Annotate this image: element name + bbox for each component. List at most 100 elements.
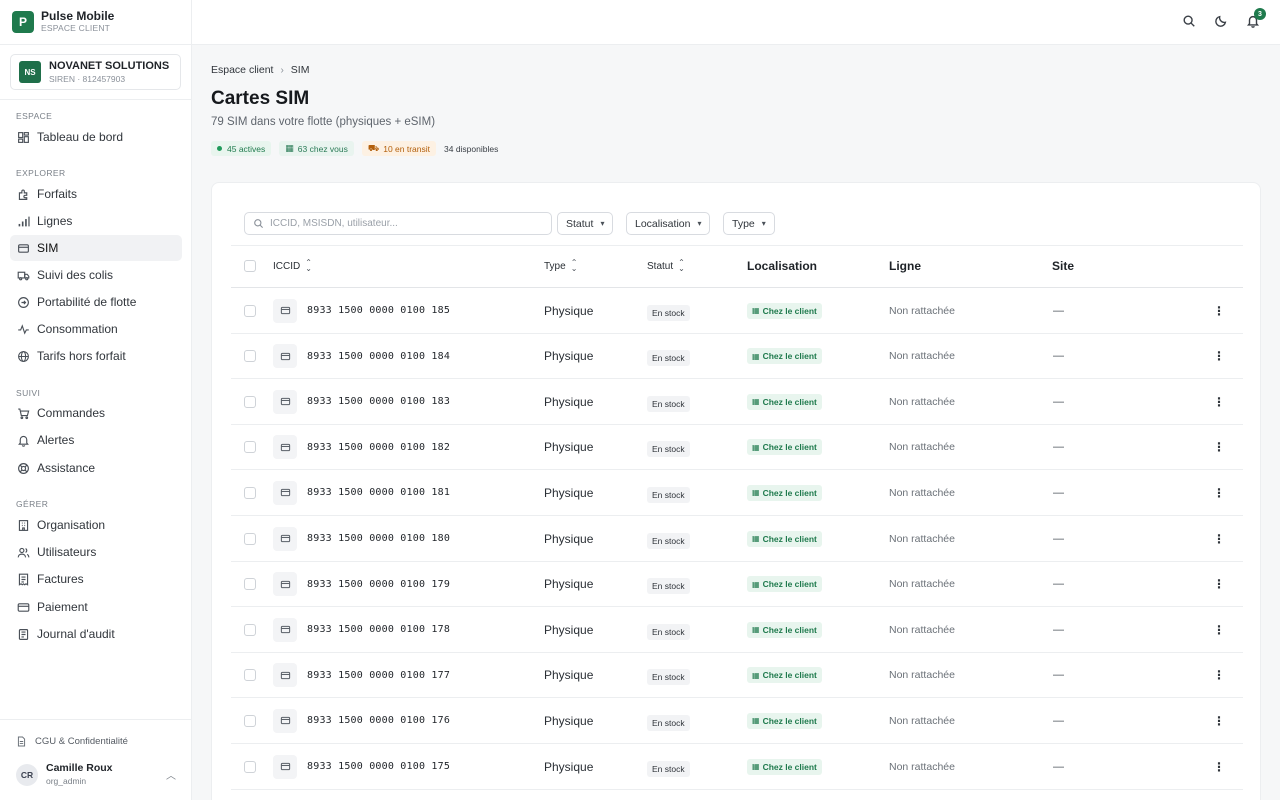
table-row[interactable]: 8933 1500 0000 0100 177 Physique En stock ▦…	[231, 653, 1243, 699]
table-row[interactable]: 8933 1500 0000 0100 179 Physique En stock ▦…	[231, 562, 1243, 608]
more-actions-icon[interactable]: ⋮	[1213, 714, 1225, 728]
brand[interactable]: P Pulse Mobile ESPACE CLIENT	[0, 0, 191, 44]
select-all-checkbox[interactable]	[244, 260, 256, 272]
column-type[interactable]: Type ⌃ ⌄	[544, 259, 577, 273]
iccid-value[interactable]: 8933 1500 0000 0100 183	[307, 396, 450, 407]
status-badge: En stock	[647, 486, 690, 503]
status-badge: En stock	[647, 669, 690, 686]
row-checkbox[interactable]	[244, 379, 256, 424]
sidebar-item-forfaits[interactable]: Forfaits	[10, 181, 182, 207]
location-value: Chez le client	[762, 533, 817, 544]
more-actions-icon[interactable]: ⋮	[1213, 304, 1225, 318]
more-actions-icon[interactable]: ⋮	[1213, 349, 1225, 363]
sidebar-item-commandes[interactable]: Commandes	[10, 400, 182, 426]
sidebar-item-sim[interactable]: SIM	[10, 235, 182, 261]
breadcrumb-root[interactable]: Espace client	[211, 64, 273, 76]
iccid-value[interactable]: 8933 1500 0000 0100 182	[307, 442, 450, 453]
iccid-value[interactable]: 8933 1500 0000 0100 181	[307, 487, 450, 498]
sidebar-item-lignes[interactable]: Lignes	[10, 208, 182, 234]
row-checkbox[interactable]	[244, 653, 256, 698]
table-row[interactable]: 8933 1500 0000 0100 180 Physique En stock ▦…	[231, 516, 1243, 562]
row-checkbox[interactable]	[244, 516, 256, 561]
iccid-value[interactable]: 8933 1500 0000 0100 184	[307, 351, 450, 362]
cart-icon	[16, 406, 30, 420]
sidebar-item-tableau-de-bord[interactable]: Tableau de bord	[10, 124, 182, 150]
row-checkbox[interactable]	[244, 562, 256, 607]
sidebar-item-portabilite-de-flotte[interactable]: Portabilité de flotte	[10, 289, 182, 315]
filter-type[interactable]: Type ▾	[723, 212, 775, 235]
user-menu[interactable]: CR Camille Roux org_admin ︿	[16, 762, 176, 787]
more-actions-icon[interactable]: ⋮	[1213, 623, 1225, 637]
sidebar-item-label: Lignes	[37, 214, 73, 228]
table-row[interactable]: 8933 1500 0000 0100 184 Physique En stock ▦…	[231, 334, 1243, 380]
notifications-button[interactable]: 3	[1246, 8, 1266, 30]
status-badge: En stock	[647, 714, 690, 731]
column-iccid[interactable]: ICCID ⌃ ⌄	[273, 259, 312, 273]
sidebar-item-utilisateurs[interactable]: Utilisateurs	[10, 539, 182, 565]
sidebar-item-organisation[interactable]: Organisation	[10, 512, 182, 538]
table-row[interactable]: 8933 1500 0000 0100 178 Physique En stock ▦…	[231, 607, 1243, 653]
more-actions-icon[interactable]: ⋮	[1213, 395, 1225, 409]
sidebar-item-paiement[interactable]: Paiement	[10, 594, 182, 620]
truck-icon: ⛟	[367, 142, 380, 153]
table-row[interactable]: 8933 1500 0000 0100 181 Physique En stock ▦…	[231, 470, 1243, 516]
building-icon: ▦	[752, 442, 760, 452]
site-value: —	[1053, 532, 1064, 545]
sidebar-item-assistance[interactable]: Assistance	[10, 455, 182, 481]
site-value: —	[1053, 623, 1064, 636]
row-checkbox[interactable]	[244, 698, 256, 743]
sidebar-item-alertes[interactable]: Alertes	[10, 427, 182, 453]
row-checkbox[interactable]	[244, 470, 256, 515]
table-row[interactable]: 8933 1500 0000 0100 175 Physique En stock ▦…	[231, 744, 1243, 790]
row-checkbox[interactable]	[244, 334, 256, 379]
row-checkbox[interactable]	[244, 288, 256, 333]
sidebar-item-consommation[interactable]: Consommation	[10, 316, 182, 342]
column-statut[interactable]: Statut ⌃ ⌄	[647, 259, 685, 273]
line-value: Non rattachée	[889, 395, 955, 408]
more-actions-icon[interactable]: ⋮	[1213, 668, 1225, 682]
search-input[interactable]	[270, 218, 540, 229]
sim-card-icon	[273, 435, 297, 460]
table-row[interactable]: 8933 1500 0000 0100 182 Physique En stock ▦…	[231, 425, 1243, 471]
table-row[interactable]: 8933 1500 0000 0100 176 Physique En stock ▦…	[231, 698, 1243, 744]
org-switcher[interactable]: NS NOVANET SOLUTIONS SIREN · 812457903	[10, 54, 181, 90]
sim-card-icon	[16, 241, 30, 255]
more-actions-icon[interactable]: ⋮	[1213, 486, 1225, 500]
sidebar-item-factures[interactable]: Factures	[10, 566, 182, 592]
iccid-value[interactable]: 8933 1500 0000 0100 179	[307, 579, 450, 590]
type-value: Physique	[544, 577, 594, 592]
more-actions-icon[interactable]: ⋮	[1213, 577, 1225, 591]
moon-icon[interactable]	[1214, 14, 1230, 30]
search-icon[interactable]	[1182, 14, 1198, 30]
iccid-value[interactable]: 8933 1500 0000 0100 176	[307, 715, 450, 726]
column-label: Statut	[647, 260, 674, 272]
iccid-value[interactable]: 8933 1500 0000 0100 178	[307, 624, 450, 635]
iccid-value[interactable]: 8933 1500 0000 0100 177	[307, 670, 450, 681]
legal-link[interactable]: CGU & Confidentialité	[16, 736, 128, 747]
filter-localisation[interactable]: Localisation ▾	[626, 212, 711, 235]
location-badge: ▦ Chez le client	[747, 667, 822, 684]
iccid-value[interactable]: 8933 1500 0000 0100 175	[307, 761, 450, 772]
iccid-value[interactable]: 8933 1500 0000 0100 185	[307, 305, 450, 316]
filter-statut[interactable]: Statut ▾	[557, 212, 614, 235]
building-icon: ▦	[752, 351, 760, 361]
column-site: Site	[1052, 259, 1075, 273]
more-actions-icon[interactable]: ⋮	[1213, 760, 1225, 774]
line-value: Non rattachée	[889, 532, 955, 545]
iccid-value[interactable]: 8933 1500 0000 0100 180	[307, 533, 450, 544]
org-avatar: NS	[19, 61, 41, 83]
more-actions-icon[interactable]: ⋮	[1213, 440, 1225, 454]
sim-card-icon	[273, 708, 297, 733]
row-checkbox[interactable]	[244, 744, 256, 789]
sidebar-item-journal-d-audit[interactable]: Journal d'audit	[10, 621, 182, 647]
search-field[interactable]	[244, 212, 552, 235]
line-value: Non rattachée	[889, 486, 955, 499]
table-row[interactable]: 8933 1500 0000 0100 185 Physique En stock ▦…	[231, 288, 1243, 334]
sidebar-item-tarifs-hors-forfait[interactable]: Tarifs hors forfait	[10, 343, 182, 369]
more-actions-icon[interactable]: ⋮	[1213, 532, 1225, 546]
sidebar-item-suivi-des-colis[interactable]: Suivi des colis	[10, 262, 182, 288]
row-checkbox[interactable]	[244, 425, 256, 470]
row-checkbox[interactable]	[244, 607, 256, 652]
chevron-down-icon: ▾	[600, 219, 605, 228]
table-row[interactable]: 8933 1500 0000 0100 183 Physique En stock ▦…	[231, 379, 1243, 425]
